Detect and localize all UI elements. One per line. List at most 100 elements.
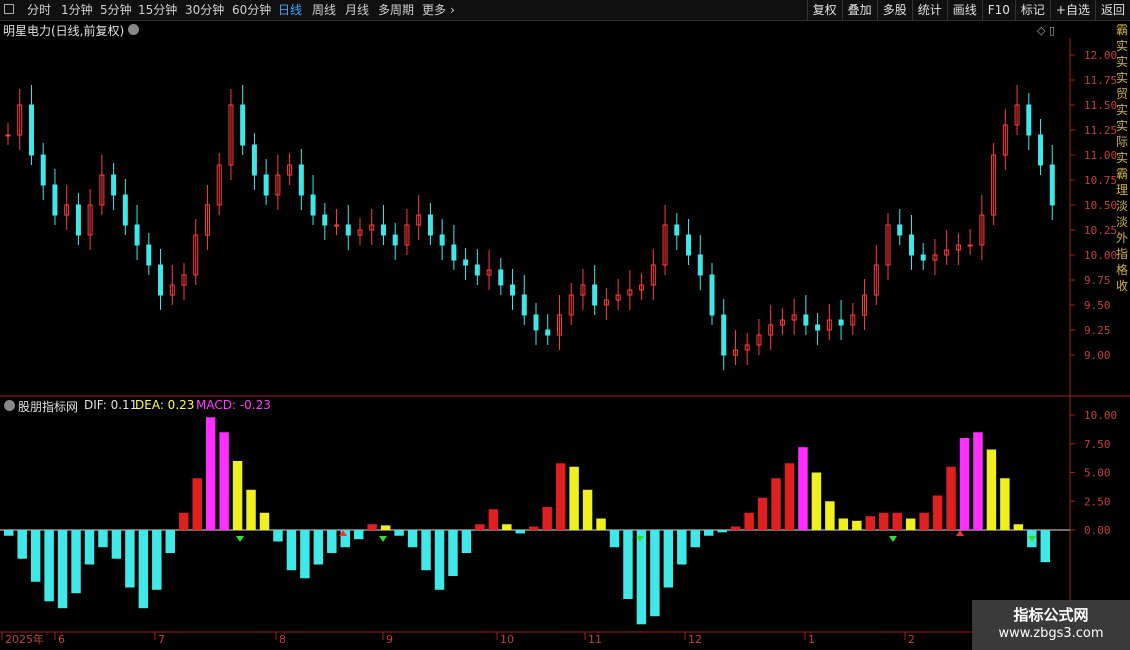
candle-body (545, 329, 551, 336)
macd-bar (892, 512, 902, 530)
macd-bar (57, 530, 68, 609)
macd-bar (905, 518, 916, 530)
macd-bar (771, 478, 781, 530)
macd-bar (327, 530, 337, 553)
macd-bar (542, 507, 552, 530)
signal-arrow (236, 536, 244, 542)
candle-body (134, 224, 140, 246)
date-tick-label: 2 (908, 633, 915, 646)
macd-bar (852, 520, 862, 530)
candle-body (721, 314, 727, 356)
candle-body (920, 254, 926, 261)
macd-bar (623, 530, 633, 599)
watermark-title: 指标公式网 (1013, 606, 1089, 624)
candle-body (686, 234, 692, 256)
macd-bar (232, 461, 243, 530)
candle-body (451, 244, 457, 261)
candle-body (474, 264, 480, 276)
candle-body (439, 234, 445, 246)
candle-body (1026, 104, 1032, 136)
macd-tick-label: 10.00 (1084, 409, 1117, 422)
price-tick-label: 10.50 (1084, 199, 1117, 212)
price-tick-label: 9.00 (1084, 349, 1111, 362)
macd-bar (394, 530, 404, 536)
candle-body (122, 194, 128, 226)
macd-bar (932, 495, 943, 530)
candle-body (897, 224, 903, 236)
macd-bar (973, 432, 983, 530)
macd-tick-label: 7.50 (1084, 438, 1111, 451)
price-tick-label: 11.75 (1084, 74, 1117, 87)
price-tick-label: 9.75 (1084, 274, 1111, 287)
candle-body (908, 234, 914, 256)
candle-body (263, 174, 269, 196)
macd-bar (475, 524, 485, 530)
signal-arrow (889, 536, 897, 542)
macd-bar (663, 530, 674, 588)
date-tick-label: 11 (588, 633, 602, 646)
macd-bar (529, 526, 539, 530)
macd-bar (125, 530, 135, 588)
macd-value: MACD: -0.23 (196, 398, 271, 412)
price-tick-label: 10.25 (1084, 224, 1117, 237)
macd-bar (704, 530, 714, 536)
candle-body (322, 214, 328, 226)
macd-bar (354, 530, 364, 540)
candle-body (251, 144, 257, 176)
date-tick-label: 7 (158, 633, 165, 646)
candle-body (463, 259, 469, 266)
candle-body (697, 254, 703, 276)
macd-bar (71, 530, 81, 594)
indicator-menu-icon[interactable] (4, 400, 15, 411)
macd-bar (596, 518, 606, 530)
macd-bar (919, 512, 929, 530)
macd-bar (44, 530, 54, 602)
macd-tick-label: 2.50 (1084, 495, 1111, 508)
indicator-name[interactable]: 股朋指标网 (18, 398, 78, 415)
macd-tick-label: 0.00 (1084, 524, 1111, 537)
macd-bar (179, 512, 189, 530)
candle-body (345, 224, 351, 236)
price-tick-label: 11.25 (1084, 124, 1117, 137)
macd-bar (879, 512, 889, 530)
price-tick-label: 9.50 (1084, 299, 1111, 312)
macd-bar (582, 489, 593, 530)
macd-bar (152, 530, 162, 590)
date-tick-label: 12 (688, 633, 702, 646)
candle-body (146, 244, 152, 266)
candle-body (28, 104, 34, 156)
candle-body (838, 319, 844, 326)
macd-bar (717, 530, 727, 533)
macd-bar (111, 530, 122, 559)
macd-bar (84, 530, 95, 565)
macd-bar (811, 472, 822, 530)
candle-body (815, 324, 821, 331)
macd-tick-label: 5.00 (1084, 467, 1111, 480)
candle-body (803, 314, 809, 326)
macd-bar (690, 530, 700, 548)
price-macd-chart[interactable]: 12.00 11.75 11.50 11.25 11.00 10.75 10.50 10.25… (0, 0, 1130, 650)
candle-body (510, 284, 516, 296)
date-tick-label: 1 (808, 633, 815, 646)
candle-body (75, 204, 81, 236)
watermark: 指标公式网 www.zbgs3.com (972, 600, 1130, 650)
macd-bar (959, 438, 970, 530)
dif-value: DIF: 0.11 (84, 398, 138, 412)
date-tick-label: 8 (279, 633, 286, 646)
watermark-url: www.zbgs3.com (998, 626, 1104, 641)
macd-bar (98, 530, 108, 548)
candle-body (334, 224, 340, 227)
macd-bar (757, 497, 768, 530)
macd-bar (798, 447, 808, 530)
date-tick-label: 9 (386, 633, 393, 646)
macd-bar (1013, 524, 1024, 530)
macd-bar (367, 524, 377, 530)
side-panel-text: 霸实实实贸实实际实霸理淡淡外指格收 (1116, 23, 1129, 293)
candle-body (40, 154, 46, 186)
candle-body (498, 269, 504, 286)
macd-bar (407, 530, 418, 548)
candle-body (5, 134, 11, 137)
candle-body (1049, 164, 1055, 206)
signal-arrow (379, 536, 387, 542)
candle-body (533, 314, 539, 331)
